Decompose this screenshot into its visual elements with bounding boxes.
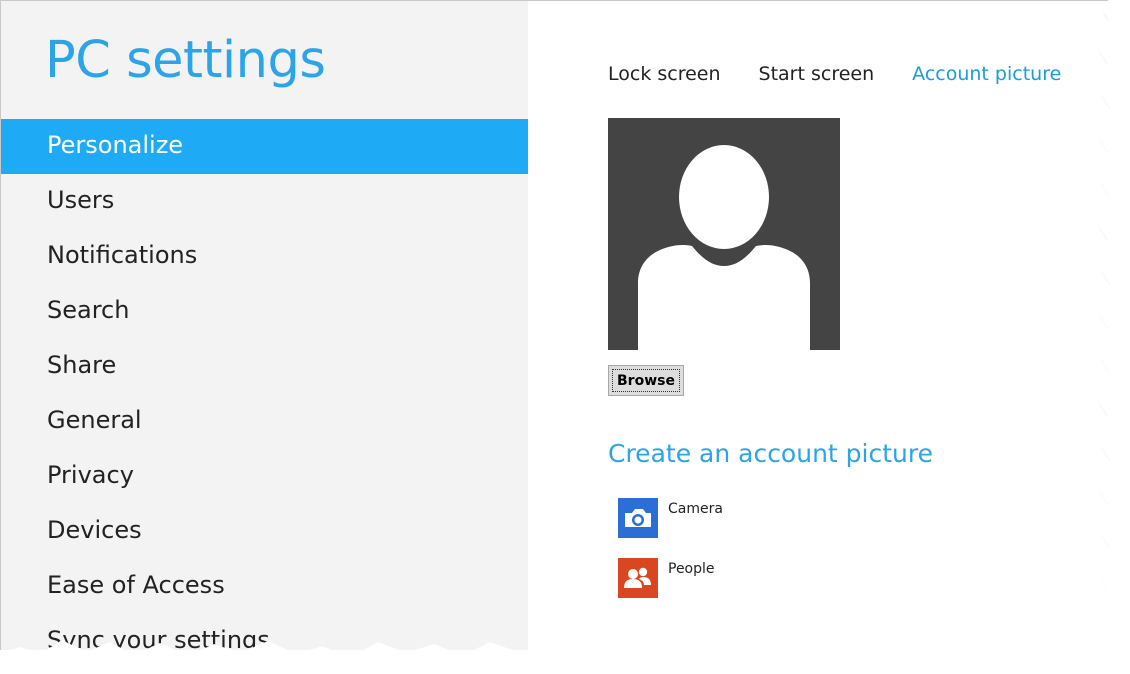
sidebar-item-notifications[interactable]: Notifications (1, 229, 528, 284)
tab-bar: Lock screen Start screen Account picture (608, 63, 1099, 85)
sidebar-item-ease-of-access[interactable]: Ease of Access (1, 559, 528, 614)
app-title: PC settings (45, 31, 326, 90)
sidebar-item-privacy[interactable]: Privacy (1, 449, 528, 504)
tab-lock-screen[interactable]: Lock screen (608, 63, 721, 85)
sidebar: PC settings Personalize Users Notificati… (1, 1, 528, 650)
sidebar-item-general[interactable]: General (1, 394, 528, 449)
people-app-label: People (668, 561, 715, 577)
app-window: PC settings Personalize Users Notificati… (0, 0, 1108, 650)
sidebar-item-search[interactable]: Search (1, 284, 528, 339)
people-app[interactable]: People (618, 558, 715, 598)
sidebar-item-personalize[interactable]: Personalize (1, 119, 528, 174)
sidebar-item-sync-your-settings[interactable]: Sync your settings (1, 614, 528, 650)
camera-app-label: Camera (668, 501, 723, 517)
sidebar-item-users[interactable]: Users (1, 174, 528, 229)
camera-icon (618, 498, 658, 538)
main-panel: Lock screen Start screen Account picture… (528, 1, 1108, 650)
create-account-picture-title: Create an account picture (608, 439, 933, 468)
sidebar-item-devices[interactable]: Devices (1, 504, 528, 559)
account-picture (608, 118, 840, 350)
sidebar-nav: Personalize Users Notifications Search S… (1, 119, 528, 650)
camera-app[interactable]: Camera (618, 498, 723, 538)
sidebar-item-share[interactable]: Share (1, 339, 528, 394)
user-silhouette-icon (638, 145, 810, 350)
browse-button[interactable]: Browse (608, 365, 684, 396)
tab-start-screen[interactable]: Start screen (759, 63, 875, 85)
people-icon (618, 558, 658, 598)
tab-account-picture[interactable]: Account picture (912, 63, 1061, 85)
browse-button-label: Browse (612, 369, 680, 392)
